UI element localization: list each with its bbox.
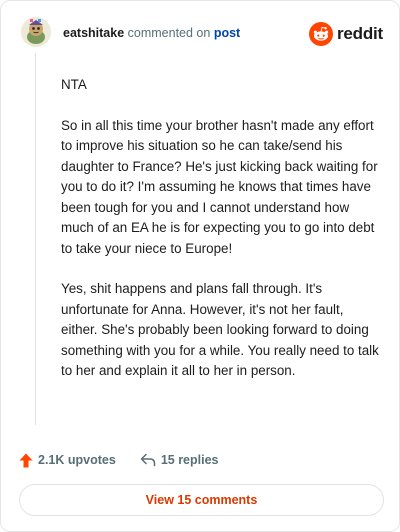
comment-header: eatshitake commented on post reddit	[21, 17, 383, 53]
reddit-logo[interactable]: reddit	[308, 21, 383, 47]
comment-paragraph: So in all this time your brother hasn't …	[61, 117, 378, 256]
comment-actions: 2.1K upvotes 15 replies	[19, 449, 219, 471]
view-comments-button[interactable]: View 15 comments	[19, 484, 384, 516]
upvote-arrow-icon	[19, 453, 33, 467]
replies-count: 15 replies	[160, 453, 219, 467]
upvote-button[interactable]: 2.1K upvotes	[19, 453, 116, 468]
user-avatar[interactable]	[21, 17, 51, 47]
thread-line	[35, 53, 36, 425]
comment-card: eatshitake commented on post reddit NTA …	[0, 0, 400, 532]
replies-button[interactable]: 15 replies	[140, 453, 219, 467]
comment-meta: eatshitake commented on post	[63, 26, 240, 40]
username-link[interactable]: eatshitake	[63, 26, 124, 40]
reddit-alien-icon	[308, 22, 333, 46]
comment-paragraph: NTA	[61, 77, 87, 92]
upvotes-count: 2.1K upvotes	[38, 453, 116, 467]
comment-paragraph: Yes, shit happens and plans fall through…	[61, 281, 379, 378]
reddit-wordmark: reddit	[336, 24, 383, 43]
reply-arrow-icon	[140, 453, 156, 467]
commented-on-text: commented on	[127, 26, 211, 40]
avatar-icon	[21, 17, 51, 47]
post-link[interactable]: post	[214, 26, 240, 40]
comment-body: NTA So in all this time your brother has…	[61, 75, 383, 402]
